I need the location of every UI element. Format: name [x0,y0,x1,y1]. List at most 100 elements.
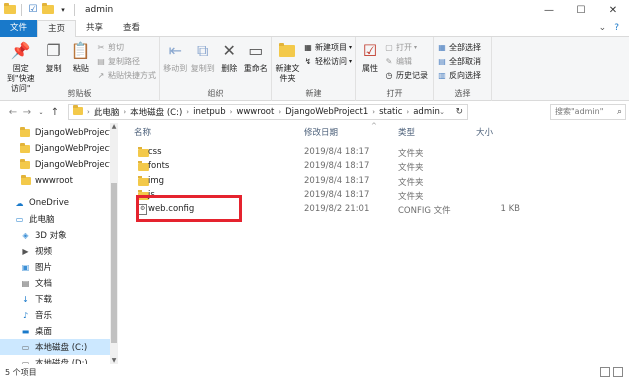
recent-locations-button[interactable]: ⌄ [34,109,48,116]
sidebar-item[interactable]: ☁ OneDrive [0,195,118,211]
file-name: css [148,147,162,157]
address-bar[interactable]: › 此电脑 › 本地磁盘 (C:) › inetpub › wwwroot › … [68,104,468,120]
chevron-right-icon: › [406,108,410,116]
file-row[interactable]: fonts 2019/8/4 18:17 文件夹 [132,161,582,175]
window-title: admin [85,4,114,15]
column-header-size[interactable]: 大小 [476,126,493,140]
file-name: img [148,175,165,186]
sidebar-item-label: 本地磁盘 (C:) [35,343,88,353]
scroll-up-arrow[interactable]: ▲ [110,123,118,130]
highlight-box [136,195,242,222]
sidebar-item[interactable]: wwwroot [0,173,118,189]
sidebar-item-label: 桌面 [35,327,53,337]
chevron-down-icon[interactable]: ▾ [57,4,69,16]
easy-access-button[interactable]: ↯ 轻松访问 ▾ [303,55,352,67]
file-row[interactable]: css 2019/8/4 18:17 文件夹 [132,147,582,161]
sidebar-item[interactable]: DjangoWebProject1 [0,157,118,173]
copy-icon: ❐ [46,41,61,60]
breadcrumb-inetpub[interactable]: inetpub [193,107,226,117]
edit-icon: ✎ [385,56,393,66]
details-view-icon[interactable] [600,367,610,377]
edit-button[interactable]: ✎ 编辑 [384,55,428,67]
file-type: CONFIG 文件 [398,206,451,217]
breadcrumb-static[interactable]: static [379,107,402,117]
back-button[interactable]: ← [6,107,20,118]
new-item-icon: ▦ [304,42,312,52]
column-header-name[interactable]: 名称 [134,126,151,140]
sidebar-item[interactable]: DjangoWebProject1 [0,141,118,157]
copy-path-button[interactable]: ▤ 复制路径 [96,55,156,67]
tab-share[interactable]: 共享 [76,20,113,37]
breadcrumb-drive-c[interactable]: 本地磁盘 (C:) [130,106,182,118]
select-all-icon: ▦ [438,42,446,52]
breadcrumb-project[interactable]: DjangoWebProject1 [285,107,368,117]
open-button[interactable]: ▢ 打开 ▾ [384,41,428,53]
divider [74,3,75,16]
select-none-icon: ▤ [438,56,446,66]
up-button[interactable]: ↑ [48,107,62,118]
tab-home[interactable]: 主页 [37,20,77,38]
organize-group-label: 组织 [207,89,224,98]
select-none-button[interactable]: ▤ 全部取消 [437,55,481,67]
file-row[interactable]: img 2019/8/4 18:17 文件夹 [132,175,582,190]
new-folder-icon[interactable] [42,3,54,16]
expand-ribbon-icon[interactable]: ⌄ [599,23,607,33]
help-icon[interactable]: ? [614,23,619,33]
search-input[interactable]: 搜索"admin" ⌕ [550,104,626,120]
sidebar-item[interactable]: ▭ 本地磁盘 (D:) [0,355,118,365]
folder-icon [20,159,31,171]
close-button[interactable]: ✕ [597,0,629,20]
sidebar-item[interactable]: ♪ 音乐 [0,307,118,323]
invert-selection-button[interactable]: ▥ 反向选择 [437,69,481,81]
music-icon: ♪ [22,310,29,320]
sidebar-item[interactable]: ↓ 下载 [0,291,118,307]
scrollbar-thumb[interactable] [111,183,117,343]
column-header-date[interactable]: 修改日期 [304,126,338,140]
sidebar-item[interactable]: ▤ 文档 [0,275,118,291]
large-icons-view-icon[interactable] [613,367,623,377]
file-date: 2019/8/4 18:17 [304,147,370,157]
minimize-button[interactable]: — [533,0,565,20]
navigation-bar: ← → ⌄ ↑ › 此电脑 › 本地磁盘 (C:) › inetpub › ww… [0,101,629,123]
chevron-right-icon: › [229,108,233,116]
status-bar: 5 个项目 [0,364,629,380]
open-group-label: 打开 [386,89,403,98]
refresh-icon[interactable]: ↻ [455,105,463,119]
sidebar-scrollbar[interactable]: ▲ ▼ [110,123,118,364]
cut-button[interactable]: ✂ 剪切 [96,41,156,53]
breadcrumb-wwwroot[interactable]: wwwroot [236,107,274,117]
ribbon-tabs: 文件 主页 共享 查看 ⌄ ? [0,20,629,38]
sidebar-item[interactable]: ▣ 图片 [0,259,118,275]
sidebar-item[interactable]: ◈ 3D 对象 [0,227,118,243]
sidebar-item[interactable]: DjangoWebProject1 [0,125,118,141]
forward-button[interactable]: → [20,107,34,118]
file-type: 文件夹 [398,163,424,174]
chevron-right-icon: › [186,108,190,116]
tab-file[interactable]: 文件 [0,20,38,37]
tab-view[interactable]: 查看 [113,20,150,37]
file-name: fonts [148,161,170,172]
history-button[interactable]: ◷ 历史记录 [384,69,429,81]
select-group: ▦ 全部选择 ▤ 全部取消 ▥ 反向选择 选择 [434,37,492,101]
open-group: ☑ 属性 ▢ 打开 ▾ ✎ 编辑 ◷ 历史记录 打开 [356,37,434,101]
sidebar-item-label: DjangoWebProject1 [34,160,118,170]
breadcrumb-admin[interactable]: admin [413,107,440,117]
maximize-button[interactable]: ☐ [565,0,597,20]
navigation-pane: DjangoWebProject1 DjangoWebProject1 Django… [0,123,118,364]
file-date: 2019/8/2 21:01 [304,204,370,215]
copy-to-icon: ⧉ [196,41,209,60]
scroll-down-arrow[interactable]: ▼ [110,357,118,364]
sidebar-item[interactable]: ▶ 视频 [0,243,118,259]
select-all-button[interactable]: ▦ 全部选择 [437,41,481,53]
chevron-down-icon[interactable]: ⌄ [439,105,445,119]
sidebar-item[interactable]: ▭ 本地磁盘 (C:) [0,339,118,355]
paste-shortcut-button[interactable]: ↗ 粘贴快捷方式 [96,69,156,81]
column-header-type[interactable]: 类型 [398,126,415,140]
breadcrumb-this-pc[interactable]: 此电脑 [94,106,120,118]
sidebar-item[interactable]: ▬ 桌面 [0,323,118,339]
properties-icon[interactable]: ☑ [27,4,39,16]
shortcut-icon: ↗ [97,70,105,80]
new-item-button[interactable]: ▦ 新建项目 ▾ [303,41,352,53]
window-controls: — ☐ ✕ [533,0,629,20]
sidebar-item[interactable]: ▭ 此电脑 [0,211,118,227]
